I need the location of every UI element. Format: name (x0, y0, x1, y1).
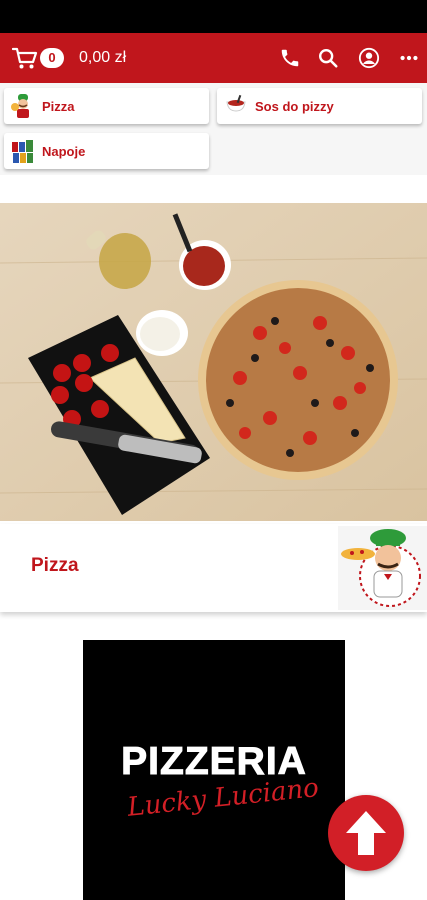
chef-mascot (338, 526, 427, 610)
cart-total: 0,00 zł (79, 49, 127, 66)
top-app-bar: 0 0,00 zł (0, 33, 427, 83)
pizzeria-logo: PIZZERIA Lucky Luciano (83, 640, 345, 900)
category-grid: Pizza Sos do pizzy Napoje (0, 83, 427, 175)
account-icon[interactable] (358, 47, 380, 69)
cart-icon[interactable] (12, 45, 38, 71)
hero-pizza-photo (0, 203, 427, 521)
section-title: Pizza (31, 555, 79, 576)
category-pizza[interactable]: Pizza (4, 88, 209, 124)
phone-icon[interactable] (279, 47, 301, 69)
category-label: Napoje (42, 143, 86, 159)
sauce-icon (226, 94, 246, 112)
category-label: Pizza (42, 98, 75, 114)
status-bar (0, 0, 427, 33)
drinks-icon (12, 140, 33, 163)
cart-count-badge[interactable]: 0 (40, 48, 64, 68)
category-sauce[interactable]: Sos do pizzy (217, 88, 422, 124)
arrow-up-icon (346, 811, 386, 855)
pizza-chef-icon (11, 94, 29, 118)
category-drinks[interactable]: Napoje (4, 133, 209, 169)
more-icon[interactable] (398, 47, 420, 69)
chef-mascot-icon (341, 529, 421, 607)
section-header-pizza[interactable]: Pizza (0, 524, 427, 612)
search-icon[interactable] (317, 47, 339, 69)
category-label: Sos do pizzy (255, 98, 334, 114)
scroll-to-top-button[interactable] (328, 795, 404, 871)
